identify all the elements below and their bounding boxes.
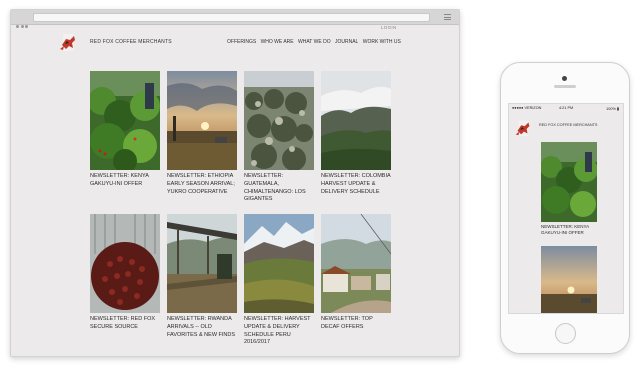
phone-speaker: [554, 85, 576, 88]
desktop-browser-mockup: LOGIN RED FOX COFFEE MERCHANTS OFFERINGS…: [10, 9, 460, 357]
address-bar[interactable]: [33, 13, 430, 22]
mobile-post-image-sunset-field[interactable]: [541, 246, 597, 314]
mobile-post-card-ethiopia[interactable]: [541, 246, 597, 314]
battery-percent: 100%: [606, 107, 616, 111]
nav-item-work-with-us[interactable]: WORK WITH US: [363, 39, 401, 45]
post-caption[interactable]: NEWSLETTER: KENYA GAKUYU-INI OFFER: [90, 173, 160, 189]
post-card-rwanda[interactable]: NEWSLETTER: RWANDA ARRIVALS -- OLD FAVOR…: [167, 214, 237, 339]
post-caption[interactable]: NEWSLETTER: RED FOX SECURE SOURCE: [90, 316, 160, 332]
browser-toolbar: [11, 10, 459, 28]
post-caption[interactable]: NEWSLETTER: GUATEMALA, CHIMALTENANGO: LO…: [244, 173, 314, 204]
post-caption[interactable]: NEWSLETTER: HARVEST UPDATE & DELIVERY SC…: [244, 316, 314, 347]
post-image-coffee-cherries[interactable]: [90, 214, 160, 313]
post-image-snowy-peaks[interactable]: [244, 214, 314, 313]
post-caption[interactable]: NEWSLETTER: COLOMBIA HARVEST UPDATE & DE…: [321, 173, 391, 196]
login-link[interactable]: LOGIN: [381, 25, 397, 30]
fox-logo-icon[interactable]: [57, 31, 79, 53]
post-card-colombia[interactable]: NEWSLETTER: COLOMBIA HARVEST UPDATE & DE…: [321, 71, 391, 196]
post-card-decaf[interactable]: NEWSLETTER: TOP DECAF OFFERS: [321, 214, 391, 332]
battery-icon: ▮: [616, 107, 619, 111]
mobile-post-caption[interactable]: NEWSLETTER: KENYA GAKUYU-INI OFFER: [541, 224, 597, 236]
post-image-shrubs[interactable]: [244, 71, 314, 170]
phone-camera: [562, 76, 567, 81]
mobile-post-card-kenya[interactable]: NEWSLETTER: KENYA GAKUYU-INI OFFER: [541, 142, 597, 236]
mobile-post-image-coffee-plants[interactable]: [541, 142, 597, 222]
post-card-peru[interactable]: NEWSLETTER: HARVEST UPDATE & DELIVERY SC…: [244, 214, 314, 347]
home-button[interactable]: [555, 323, 576, 344]
nav-item-who-we-are[interactable]: WHO WE ARE: [261, 39, 294, 45]
post-caption[interactable]: NEWSLETTER: RWANDA ARRIVALS -- OLD FAVOR…: [167, 316, 237, 339]
post-image-coffee-plants[interactable]: [90, 71, 160, 170]
clock: 4:21 PM: [559, 106, 574, 110]
carrier-label: ●●●●● VERIZON: [512, 106, 541, 110]
post-image-drying-beds[interactable]: [167, 214, 237, 313]
post-image-sunset-field[interactable]: [167, 71, 237, 170]
post-caption[interactable]: NEWSLETTER: TOP DECAF OFFERS: [321, 316, 391, 332]
signal-icon: ●●●●●: [512, 106, 525, 110]
battery-label: 100% ▮: [606, 106, 619, 111]
post-image-mountains[interactable]: [321, 71, 391, 170]
post-card-kenya[interactable]: NEWSLETTER: KENYA GAKUYU-INI OFFER: [90, 71, 160, 189]
post-caption[interactable]: NEWSLETTER: ETHIOPIA EARLY SEASON ARRIVA…: [167, 173, 237, 196]
post-card-secure-source[interactable]: NEWSLETTER: RED FOX SECURE SOURCE: [90, 214, 160, 332]
window-controls[interactable]: [16, 15, 30, 33]
main-nav: OFFERINGS WHO WE ARE WHAT WE DO JOURNAL …: [227, 39, 404, 45]
mobile-site-name[interactable]: RED FOX COFFEE MERCHANTS: [539, 123, 597, 127]
nav-item-journal[interactable]: JOURNAL: [335, 39, 358, 45]
post-image-village[interactable]: [321, 214, 391, 313]
browser-menu-icon[interactable]: [444, 14, 451, 22]
site-name[interactable]: RED FOX COFFEE MERCHANTS: [90, 39, 172, 45]
post-card-guatemala[interactable]: NEWSLETTER: GUATEMALA, CHIMALTENANGO: LO…: [244, 71, 314, 204]
nav-item-what-we-do[interactable]: WHAT WE DO: [298, 39, 331, 45]
post-card-ethiopia[interactable]: NEWSLETTER: ETHIOPIA EARLY SEASON ARRIVA…: [167, 71, 237, 196]
fox-logo-icon[interactable]: [513, 118, 533, 138]
mobile-screen: ●●●●● VERIZON 4:21 PM 100% ▮ RED FOX COF…: [508, 103, 624, 314]
nav-item-offerings[interactable]: OFFERINGS: [227, 39, 256, 45]
mobile-status-bar: ●●●●● VERIZON 4:21 PM 100% ▮: [509, 104, 623, 113]
mobile-phone-mockup: ●●●●● VERIZON 4:21 PM 100% ▮ RED FOX COF…: [500, 62, 630, 354]
carrier-name: VERIZON: [524, 106, 542, 110]
